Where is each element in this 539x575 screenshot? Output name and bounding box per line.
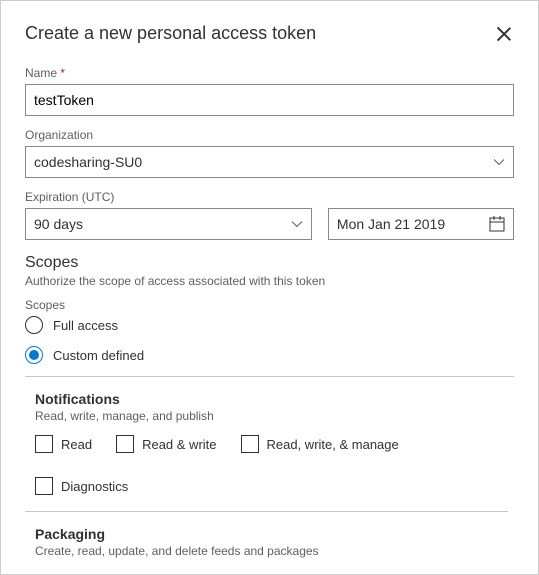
chevron-down-icon	[291, 218, 303, 230]
checkbox-label: Diagnostics	[61, 479, 128, 494]
group-title: Packaging	[35, 526, 508, 542]
scope-checkbox[interactable]: Diagnostics	[35, 477, 128, 495]
radio-full-access[interactable]: Full access	[25, 316, 514, 334]
group-title: Notifications	[35, 391, 508, 407]
exp-date-value: Mon Jan 21 2019	[337, 216, 445, 232]
checkbox-box	[35, 435, 53, 453]
checkbox-label: Read	[61, 437, 92, 452]
scope-group: Notifications Read, write, manage, and pu…	[25, 377, 508, 512]
checkbox-box	[241, 435, 259, 453]
panel-title: Create a new personal access token	[25, 23, 316, 44]
checkbox-box	[116, 435, 134, 453]
chevron-down-icon	[493, 156, 505, 168]
checkbox-label: Read, write, & manage	[267, 437, 399, 452]
radio-custom-label: Custom defined	[53, 348, 144, 363]
scope-group: Packaging Create, read, update, and delet…	[25, 512, 508, 558]
org-label: Organization	[25, 128, 514, 142]
scopes-desc: Authorize the scope of access associated…	[25, 274, 514, 288]
group-desc: Read, write, manage, and publish	[35, 409, 508, 423]
exp-select[interactable]: 90 days	[25, 208, 312, 240]
name-input[interactable]	[25, 84, 514, 116]
exp-date-picker[interactable]: Mon Jan 21 2019	[328, 208, 514, 240]
scope-checkbox[interactable]: Read	[35, 435, 92, 453]
scopes-label: Scopes	[25, 298, 514, 312]
exp-value: 90 days	[34, 216, 83, 232]
group-desc: Create, read, update, and delete feeds a…	[35, 544, 508, 558]
checkbox-label: Read & write	[142, 437, 216, 452]
checkbox-box	[35, 477, 53, 495]
exp-label: Expiration (UTC)	[25, 190, 514, 204]
radio-icon	[25, 316, 43, 334]
radio-full-label: Full access	[53, 318, 118, 333]
radio-icon	[25, 346, 43, 364]
scope-checkbox[interactable]: Read, write, & manage	[241, 435, 399, 453]
org-value: codesharing-SU0	[34, 154, 142, 170]
scopes-title: Scopes	[25, 254, 514, 272]
close-icon[interactable]	[494, 24, 514, 44]
calendar-icon	[489, 216, 505, 232]
org-select[interactable]: codesharing-SU0	[25, 146, 514, 178]
name-label: Name	[25, 66, 514, 80]
scopes-scroll-area[interactable]: Notifications Read, write, manage, and pu…	[25, 376, 514, 558]
scope-checkbox[interactable]: Read & write	[116, 435, 216, 453]
radio-custom-defined[interactable]: Custom defined	[25, 346, 514, 364]
